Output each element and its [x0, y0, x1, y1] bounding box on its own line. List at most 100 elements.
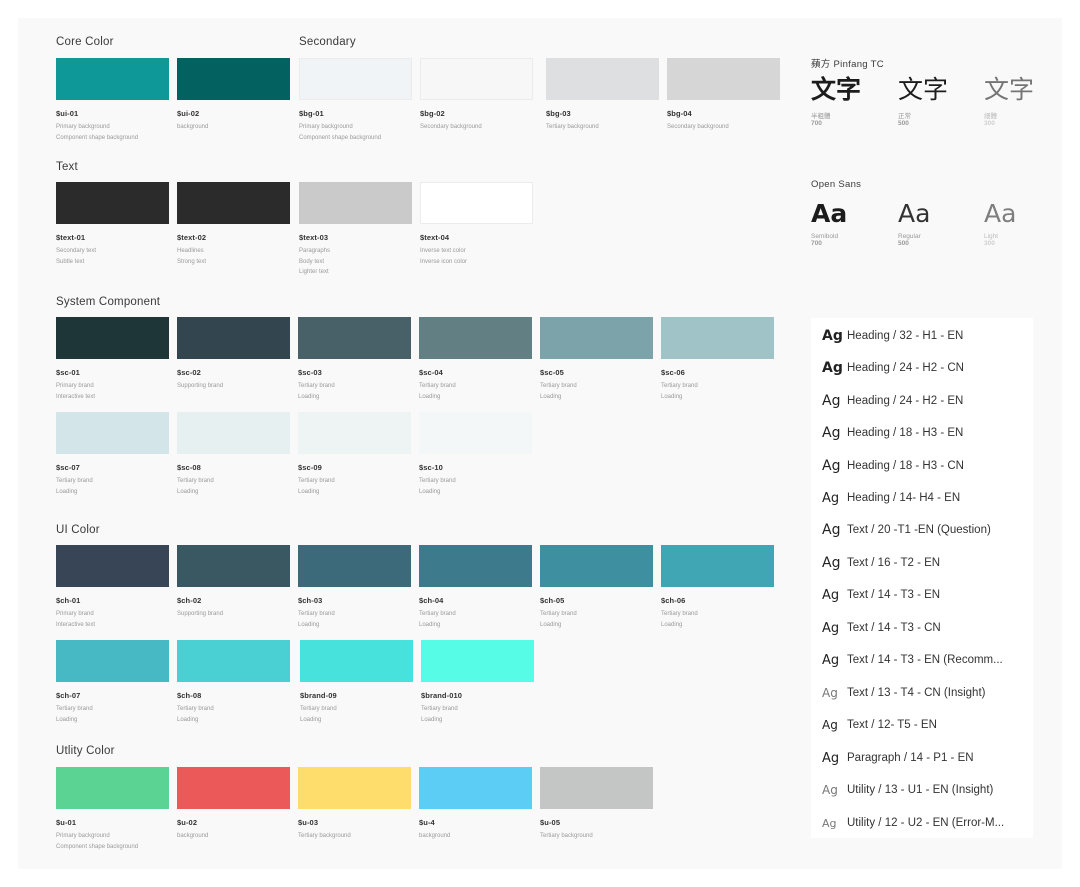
font-sample-pingfang-700: 文字 半粗體 700 — [811, 76, 862, 128]
swatch-chip — [177, 317, 290, 359]
swatch-sc-05[interactable]: $sc-05 Tertiary brand Loading — [540, 317, 653, 402]
swatch-ui-01[interactable]: $ui-01 Primary background Component shape… — [56, 58, 169, 143]
swatch-desc: background — [177, 124, 209, 130]
swatch-chip — [177, 545, 290, 587]
swatch-chip — [299, 182, 412, 224]
swatch-bg-02[interactable]: $bg-02 Secondary background — [420, 58, 533, 133]
swatch-chip — [299, 58, 412, 100]
swatch-code: $ch-03 — [298, 596, 323, 605]
type-style-item[interactable]: Ag Text / 20 -T1 -EN (Question) — [811, 514, 1033, 546]
swatch-chip — [546, 58, 659, 100]
swatch-code: $ch-07 — [56, 691, 81, 700]
swatch-desc: Primary background Component shape backgr… — [299, 124, 382, 141]
section-title-text: Text — [56, 161, 78, 173]
swatch-bg-04[interactable]: $bg-04 Secondary background — [667, 58, 780, 133]
swatch-ch-08[interactable]: $ch-08 Tertiary brand Loading — [177, 640, 290, 725]
type-style-item[interactable]: Ag Heading / 32 - H1 - EN — [811, 320, 1033, 352]
swatch-chip — [419, 767, 532, 809]
section-title-utility-color: Utlity Color — [56, 745, 115, 757]
swatch-code: $ch-01 — [56, 596, 81, 605]
swatch-desc: Tertiary background — [298, 833, 351, 839]
swatch-code: $u-4 — [419, 818, 435, 827]
type-style-item[interactable]: Ag Utility / 13 - U1 - EN (Insight) — [811, 774, 1033, 806]
swatch-ch-05[interactable]: $ch-05 Tertiary brand Loading — [540, 545, 653, 630]
swatch-chip — [177, 182, 290, 224]
type-style-item[interactable]: Ag Text / 14 - T3 - EN (Recomm... — [811, 644, 1033, 676]
type-style-item[interactable]: Ag Heading / 14- H4 - EN — [811, 482, 1033, 514]
swatch-brand-010[interactable]: $brand-010 Tertiary brand Loading — [421, 640, 534, 725]
swatch-sc-08[interactable]: $sc-08 Tertiary brand Loading — [177, 412, 290, 497]
type-style-item[interactable]: Ag Utility / 12 - U2 - EN (Error-M... — [811, 807, 1033, 839]
type-style-label: Utility / 12 - U2 - EN (Error-M... — [847, 817, 1005, 829]
swatch-text-03[interactable]: $text-03 Paragraphs Body text Lighter text — [299, 182, 412, 278]
swatch-ch-04[interactable]: $ch-04 Tertiary brand Loading — [419, 545, 532, 630]
swatch-text-02[interactable]: $text-02 Headlines Strong text — [177, 182, 290, 267]
type-style-item[interactable]: Ag Paragraph / 14 - P1 - EN — [811, 742, 1033, 774]
type-style-item[interactable]: Ag Text / 14 - T3 - EN — [811, 579, 1033, 611]
swatch-text-04[interactable]: $text-04 Inverse text color Inverse icon … — [420, 182, 533, 267]
type-style-item[interactable]: Ag Heading / 24 - H2 - EN — [811, 385, 1033, 417]
swatch-desc: background — [419, 833, 451, 839]
swatch-u-01[interactable]: $u-01 Primary background Component shape … — [56, 767, 169, 852]
type-style-item[interactable]: Ag Heading / 24 - H2 - CN — [811, 352, 1033, 384]
swatch-text-01[interactable]: $text-01 Secondary text Subtle text — [56, 182, 169, 267]
swatch-ui-02[interactable]: $ui-02 background — [177, 58, 290, 133]
swatch-desc: Supporting brand — [177, 611, 224, 617]
font-weight-value: 700 — [811, 240, 822, 247]
section-title-system-component: System Component — [56, 296, 161, 308]
swatch-code: $sc-07 — [56, 463, 80, 472]
swatch-u-4[interactable]: $u-4 background — [419, 767, 532, 842]
type-style-item[interactable]: Ag Heading / 18 - H3 - CN — [811, 450, 1033, 482]
swatch-sc-04[interactable]: $sc-04 Tertiary brand Loading — [419, 317, 532, 402]
swatch-chip — [56, 767, 169, 809]
swatch-desc: Supporting brand — [177, 383, 224, 389]
font-weight-name: 細體 — [984, 113, 997, 120]
swatch-ch-03[interactable]: $ch-03 Tertiary brand Loading — [298, 545, 411, 630]
swatch-sc-03[interactable]: $sc-03 Tertiary brand Loading — [298, 317, 411, 402]
swatch-ch-01[interactable]: $ch-01 Primary brand Interactive text — [56, 545, 169, 630]
swatch-bg-01[interactable]: $bg-01 Primary background Component shape… — [299, 58, 412, 143]
ag-glyph: Ag — [822, 458, 841, 474]
swatch-u-05[interactable]: $u-05 Tertiary background — [540, 767, 653, 842]
type-style-item[interactable]: Ag Text / 16 - T2 - EN — [811, 547, 1033, 579]
type-style-item[interactable]: Ag Text / 12- T5 - EN — [811, 709, 1033, 741]
swatch-sc-09[interactable]: $sc-09 Tertiary brand Loading — [298, 412, 411, 497]
font-glyph: 文字 — [898, 76, 949, 104]
swatch-ch-06[interactable]: $ch-06 Tertiary brand Loading — [661, 545, 774, 630]
swatch-desc: Tertiary brand Loading — [419, 478, 456, 495]
font-glyph: 文字 — [984, 76, 1035, 104]
swatch-chip — [419, 317, 532, 359]
type-style-item[interactable]: Ag Text / 14 - T3 - CN — [811, 612, 1033, 644]
swatch-chip — [177, 767, 290, 809]
swatch-desc: Tertiary brand Loading — [419, 611, 456, 628]
swatch-desc: Secondary background — [420, 124, 482, 130]
swatch-sc-01[interactable]: $sc-01 Primary brand Interactive text — [56, 317, 169, 402]
type-style-item[interactable]: Ag Text / 13 - T4 - CN (Insight) — [811, 677, 1033, 709]
ag-glyph: Ag — [822, 686, 838, 700]
type-style-item[interactable]: Ag Heading / 18 - H3 - EN — [811, 417, 1033, 449]
swatch-chip — [56, 640, 169, 682]
swatch-brand-09[interactable]: $brand-09 Tertiary brand Loading — [300, 640, 413, 725]
swatch-ch-02[interactable]: $ch-02 Supporting brand — [177, 545, 290, 620]
swatch-ch-07[interactable]: $ch-07 Tertiary brand Loading — [56, 640, 169, 725]
swatch-chip — [177, 640, 290, 682]
font-weight-value: 300 — [984, 120, 995, 127]
section-title-secondary: Secondary — [299, 36, 356, 48]
swatch-chip — [298, 412, 411, 454]
swatch-sc-06[interactable]: $sc-06 Tertiary brand Loading — [661, 317, 774, 402]
swatch-u-02[interactable]: $u-02 background — [177, 767, 290, 842]
ag-glyph: Ag — [822, 522, 841, 538]
swatch-sc-02[interactable]: $sc-02 Supporting brand — [177, 317, 290, 392]
swatch-desc: Tertiary brand Loading — [540, 383, 577, 400]
swatch-chip — [420, 58, 533, 100]
font-glyph: 文字 — [811, 76, 862, 104]
swatch-u-03[interactable]: $u-03 Tertiary background — [298, 767, 411, 842]
ag-glyph: Ag — [822, 816, 837, 830]
swatch-desc: Primary brand Interactive text — [56, 383, 96, 400]
font-weight-value: 700 — [811, 120, 822, 127]
swatch-bg-03[interactable]: $bg-03 Tertiary background — [546, 58, 659, 133]
swatch-code: $sc-05 — [540, 368, 564, 377]
swatch-sc-07[interactable]: $sc-07 Tertiary brand Loading — [56, 412, 169, 497]
swatch-desc: Tertiary brand Loading — [661, 383, 698, 400]
swatch-sc-10[interactable]: $sc-10 Tertiary brand Loading — [419, 412, 532, 497]
